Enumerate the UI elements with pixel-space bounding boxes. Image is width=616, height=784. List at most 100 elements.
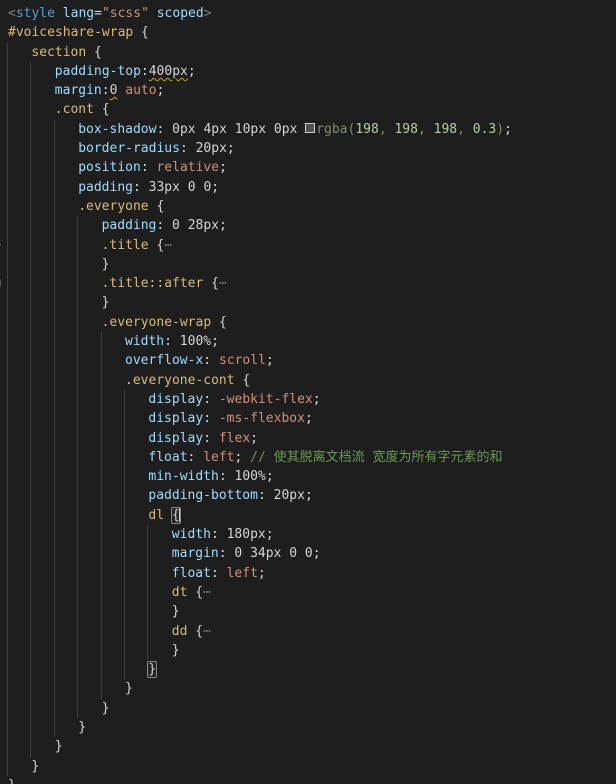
code-token: display (148, 430, 204, 446)
code-line[interactable]: padding: 0 28px; (0, 216, 616, 235)
code-line[interactable]: float: left; // 使其脱离文档流 宽度为所有字元素的和 (0, 448, 616, 467)
code-line[interactable]: section { (0, 43, 616, 62)
code-line[interactable]: } (0, 718, 616, 737)
code-token: .everyone (78, 198, 149, 214)
code-line[interactable]: overflow-x: scroll; (0, 351, 616, 370)
code-token: , (457, 121, 473, 137)
code-line[interactable]: dt {⋯ (0, 583, 616, 602)
code-token: 100% (234, 469, 266, 485)
code-token: > (203, 6, 212, 21)
code-token: ; (156, 83, 165, 99)
code-line[interactable]: } (0, 602, 616, 621)
code-token: 20px (273, 488, 305, 504)
code-token: : (203, 391, 219, 407)
code-line[interactable]: .everyone-cont { (0, 371, 616, 390)
code-token: display (148, 391, 204, 407)
code-token: width (171, 527, 211, 543)
code-line[interactable]: } (0, 757, 616, 776)
code-token: left (226, 565, 258, 581)
code-line[interactable]: } (0, 641, 616, 660)
code-editor[interactable]: <style lang="scss" scoped> #voiceshare-wr… (0, 0, 616, 784)
code-token: .title (101, 237, 149, 253)
code-token: } (171, 642, 180, 658)
code-token: padding-top (54, 63, 141, 79)
code-line[interactable]: .cont { (0, 100, 616, 119)
code-line[interactable]: width: 100%; (0, 332, 616, 351)
code-line[interactable]: .everyone { (0, 197, 616, 216)
code-token: : (156, 218, 173, 234)
code-line[interactable]: #voiceshare-wrap { (0, 23, 616, 42)
color-swatch-icon[interactable] (305, 122, 316, 133)
code-line[interactable]: display: flex; (0, 429, 616, 448)
code-token: { (148, 198, 165, 214)
code-line[interactable]: } (0, 776, 616, 784)
code-line[interactable]: } (0, 737, 616, 756)
code-token: 0px (172, 121, 196, 137)
code-line[interactable]: } (0, 293, 616, 312)
code-token: ; (265, 353, 274, 369)
code-token: 28px (187, 218, 220, 234)
code-token: < (8, 6, 16, 21)
code-line[interactable]: border-radius: 20px; (0, 139, 616, 158)
adjacent-pane-sliver: ·) (0, 0, 7, 784)
code-token: { (211, 314, 227, 330)
code-line[interactable]: position: relative; (0, 158, 616, 177)
code-token: { (187, 623, 204, 639)
code-line[interactable]: padding: 33px 0 0; (0, 178, 616, 197)
code-token: 198 (433, 121, 458, 137)
code-token: ⋯ (203, 584, 211, 600)
code-line[interactable]: margin:0 auto; (0, 81, 616, 100)
code-token: "scss" (101, 6, 149, 21)
code-line[interactable]: <style lang="scss" scoped> (0, 4, 616, 23)
code-line[interactable]: padding-bottom: 20px; (0, 486, 616, 505)
code-line[interactable]: dd {⋯ (0, 622, 616, 641)
code-token: position (78, 160, 141, 176)
code-token: : (210, 527, 227, 543)
code-line[interactable]: box-shadow: 0px 4px 10px 0px rgba(198, 1… (0, 120, 616, 139)
code-token: : (203, 430, 219, 446)
code-token: ; (504, 121, 512, 137)
code-line[interactable]: dl { (0, 506, 616, 525)
code-token: padding (101, 218, 157, 234)
code-token: 4px (203, 121, 227, 137)
code-content[interactable]: <style lang="scss" scoped> #voiceshare-wr… (0, 0, 616, 784)
code-token: .title::after (101, 276, 204, 292)
code-token: 0px (273, 121, 298, 137)
code-token: : (164, 334, 180, 350)
code-line[interactable]: width: 180px; (0, 525, 616, 544)
code-line[interactable]: .title {⋯ (0, 236, 616, 255)
code-token: scroll (218, 353, 266, 369)
code-token: 0 (304, 546, 313, 562)
code-line[interactable]: } (0, 255, 616, 274)
code-line[interactable]: display: -ms-flexbox; (0, 409, 616, 428)
code-line[interactable]: .everyone-wrap { (0, 313, 616, 332)
code-line[interactable]: } (0, 699, 616, 718)
code-line[interactable]: .title::after {⋯ (0, 274, 616, 293)
code-line[interactable]: } (0, 679, 616, 698)
code-token: lang (62, 6, 95, 21)
code-line[interactable]: padding-top:400px; (0, 62, 616, 81)
code-line[interactable]: min-width: 100%; (0, 467, 616, 486)
code-token: { (93, 102, 110, 118)
code-token: ) (496, 121, 505, 137)
code-token: : (140, 160, 157, 176)
code-token: : (257, 488, 274, 504)
code-line[interactable]: float: left; (0, 564, 616, 583)
code-token: 20px (195, 141, 227, 157)
code-token: ; (226, 141, 235, 157)
code-line[interactable]: margin: 0 34px 0 0; (0, 544, 616, 563)
code-token: flex (218, 430, 251, 446)
code-token: style (15, 6, 55, 21)
code-token: , (417, 121, 434, 137)
code-line[interactable]: } (0, 660, 616, 679)
clipped-glyph: · (0, 236, 4, 255)
code-token: ; (265, 469, 274, 485)
code-line[interactable]: display: -webkit-flex; (0, 390, 616, 409)
code-token: float (171, 565, 211, 581)
code-token: ; (219, 218, 227, 234)
